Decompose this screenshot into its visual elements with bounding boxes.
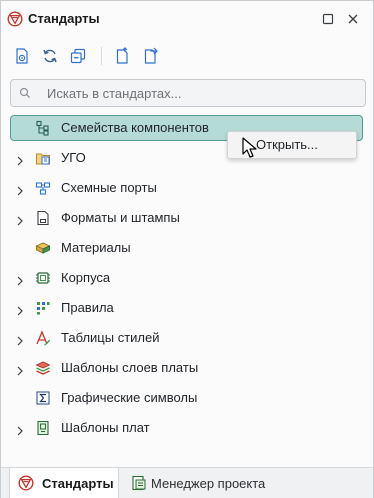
chevron-right-icon[interactable] [16, 153, 24, 166]
tree-item-label: Семейства компонентов [61, 120, 209, 135]
maximize-icon [322, 13, 334, 25]
materials-icon [35, 240, 51, 256]
close-button[interactable] [344, 10, 362, 28]
close-icon [348, 14, 358, 24]
tree-item-label: Графические символы [61, 390, 198, 405]
chevron-right-icon[interactable] [16, 183, 24, 196]
tree-item-label: Корпуса [61, 270, 111, 285]
export-icon [116, 47, 128, 64]
panel-toolbar [11, 45, 168, 69]
component-families-icon [35, 120, 51, 136]
toolbar-divider [101, 47, 102, 65]
standards-logo-icon [18, 475, 34, 491]
refresh-button[interactable] [39, 45, 61, 67]
search-input[interactable] [45, 83, 349, 104]
ugo-folder-icon [35, 150, 51, 166]
standards-logo-icon [7, 11, 23, 27]
panel-titlebar: Стандарты [1, 1, 373, 37]
tree-item-label: УГО [61, 150, 86, 165]
import-icon [144, 47, 158, 64]
tab-label: Менеджер проекта [151, 476, 266, 491]
chevron-right-icon[interactable] [16, 423, 24, 436]
tree-item-board-templates[interactable]: Шаблоны плат [1, 413, 373, 443]
tree-item-label: Шаблоны слоев платы [61, 360, 199, 375]
tree-item-label: Схемные порты [61, 180, 157, 195]
tree-item-label: Таблицы стилей [61, 330, 160, 345]
graphic-symbols-icon [35, 390, 51, 406]
import-button[interactable] [140, 45, 162, 67]
packages-icon [35, 270, 51, 286]
standards-panel: Стандарты Искать в стандартах... Семейст… [0, 0, 374, 498]
chevron-right-icon[interactable] [16, 333, 24, 346]
tree-item-packages[interactable]: Корпуса [1, 263, 373, 293]
tree-item-rules[interactable]: Правила [1, 293, 373, 323]
collapse-all-button[interactable] [67, 45, 89, 67]
refresh-icon [43, 49, 57, 63]
export-button[interactable] [112, 45, 134, 67]
context-menu-item-open[interactable]: Открыть... [256, 137, 318, 152]
tree-item-label: Форматы и штампы [61, 210, 180, 225]
tab-standards[interactable]: Стандарты [9, 468, 119, 498]
chevron-right-icon[interactable] [16, 213, 24, 226]
search-icon [19, 86, 31, 104]
style-tables-icon [35, 330, 51, 346]
tab-project-manager[interactable]: Менеджер проекта [123, 468, 273, 498]
formats-stamps-icon [35, 210, 51, 226]
chevron-right-icon[interactable] [16, 303, 24, 316]
collapse-all-icon [70, 48, 86, 64]
board-layer-templates-icon [35, 360, 51, 376]
maximize-button[interactable] [319, 10, 337, 28]
chevron-right-icon[interactable] [16, 363, 24, 376]
tree-item-label: Правила [61, 300, 114, 315]
panel-title: Стандарты [28, 11, 100, 26]
mouse-cursor-icon [242, 137, 258, 159]
tab-label: Стандарты [42, 476, 114, 491]
schematic-ports-icon [35, 180, 51, 196]
tree-item-materials[interactable]: Материалы [1, 233, 373, 263]
tree-item-graphic-symbols[interactable]: Графические символы [1, 383, 373, 413]
tree-item-label: Шаблоны плат [61, 420, 150, 435]
tree-item-schematic-ports[interactable]: Схемные порты [1, 173, 373, 203]
tree-item-board-layer-templates[interactable]: Шаблоны слоев платы [1, 353, 373, 383]
project-manager-icon [131, 475, 147, 491]
tree-item-label: Материалы [61, 240, 131, 255]
search-box [10, 79, 366, 107]
bottom-tab-bar: Стандарты Менеджер проекта [1, 467, 373, 498]
chevron-right-icon[interactable] [16, 273, 24, 286]
tree-item-formats-stamps[interactable]: Форматы и штампы [1, 203, 373, 233]
board-templates-icon [35, 420, 51, 436]
rules-icon [35, 300, 51, 316]
view-standard-icon [16, 48, 28, 64]
view-standard-button[interactable] [11, 45, 33, 67]
tree-item-style-tables[interactable]: Таблицы стилей [1, 323, 373, 353]
